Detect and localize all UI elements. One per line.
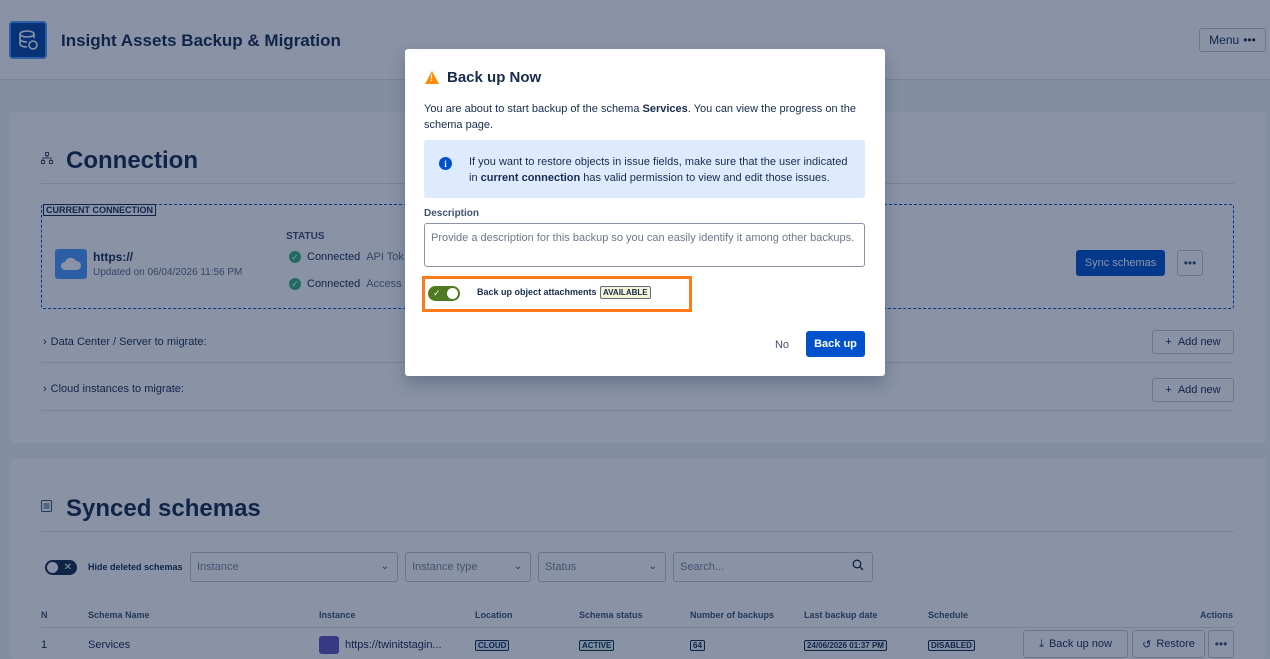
message-part: You are about to start backup of the sch… [424,103,643,115]
info-panel: i If you want to restore objects in issu… [424,140,865,198]
check-icon: ✓ [433,288,441,298]
info-message: If you want to restore objects in issue … [469,154,859,186]
info-part: has valid permission to view and edit th… [580,172,830,184]
back-up-button[interactable]: Back up [806,331,865,357]
description-label: Description [424,208,480,219]
available-badge: AVAILABLE [600,286,651,299]
description-input[interactable] [424,223,865,267]
info-bold: current connection [480,172,581,184]
info-icon: i [439,157,452,170]
warning-icon [425,71,439,84]
dialog-title-text: Back up Now [447,69,542,86]
attachments-toggle[interactable]: ✓ [428,286,460,301]
attachments-label: Back up object attachments [477,287,597,297]
schema-name: Services [642,103,688,115]
dialog-title: Back up Now [425,69,541,86]
no-button[interactable]: No [763,332,801,358]
backup-now-dialog: Back up Now You are about to start backu… [405,49,885,376]
dialog-message: You are about to start backup of the sch… [424,101,869,133]
